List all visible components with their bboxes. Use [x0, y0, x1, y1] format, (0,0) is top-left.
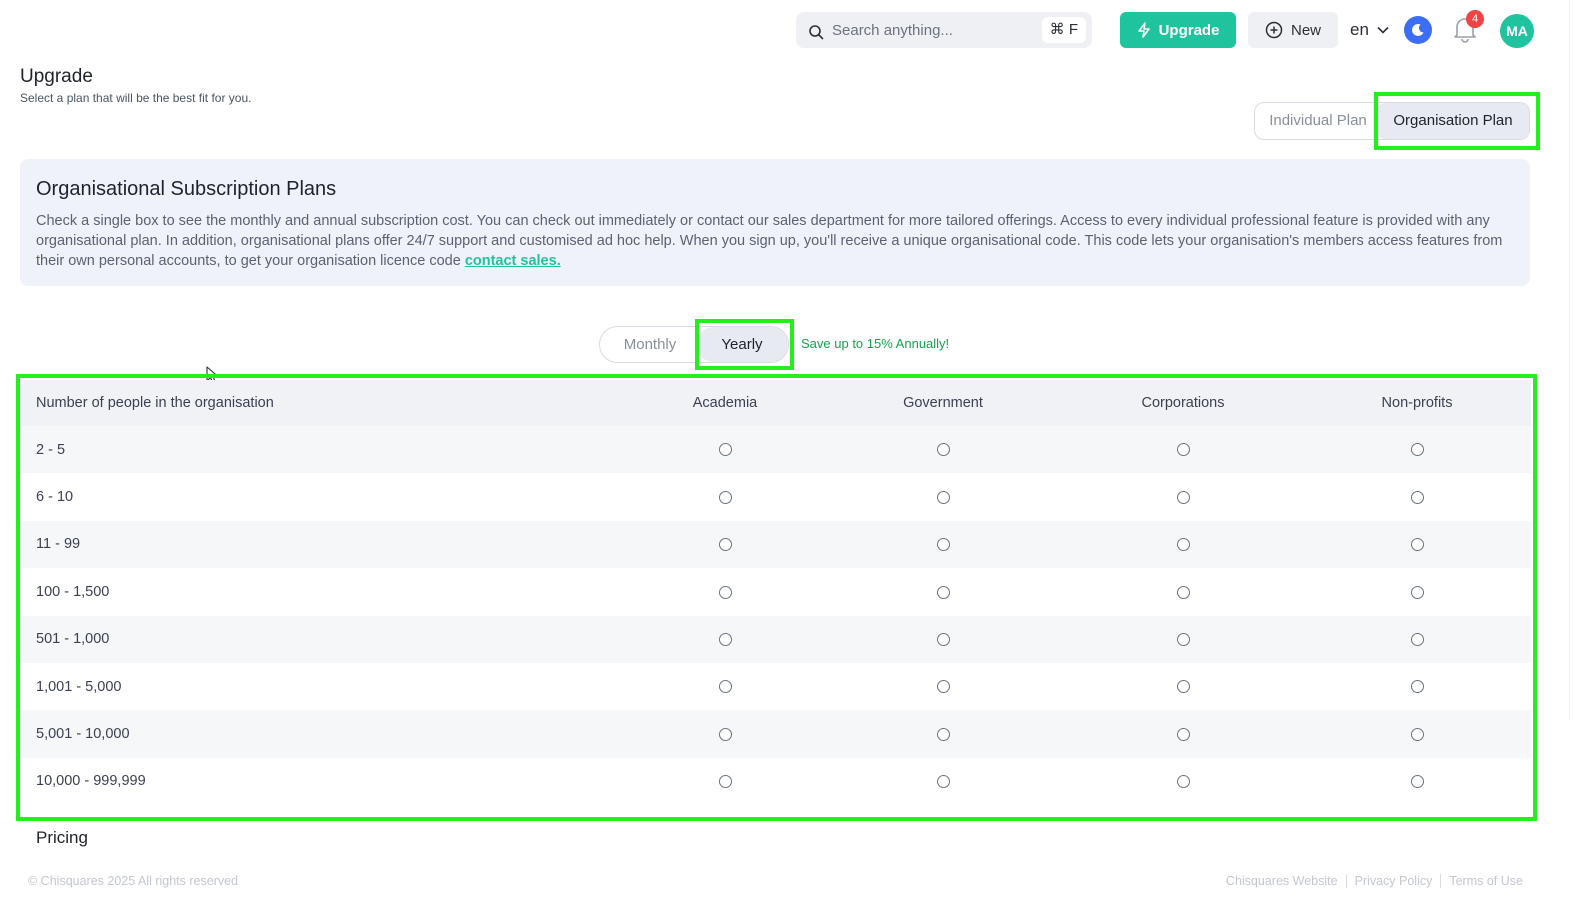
- chevron-down-icon: [1377, 26, 1389, 34]
- footer-copyright: © Chisquares 2025 All rights reserved: [28, 874, 239, 888]
- page-subtitle: Select a plan that will be the best fit …: [20, 91, 252, 105]
- radio-corporations[interactable]: [1176, 680, 1190, 694]
- highlight-box-organisation-plan: [1374, 92, 1540, 150]
- table-row: 100 - 1,500: [20, 568, 1531, 616]
- notification-badge: 4: [1466, 10, 1484, 28]
- radio-non-profits[interactable]: [1410, 490, 1424, 504]
- table-row: 501 - 1,000: [20, 615, 1531, 663]
- search-box[interactable]: Search anything... ⌘ F: [796, 12, 1092, 48]
- radio-academia[interactable]: [718, 727, 732, 741]
- row-label: 1,001 - 5,000: [36, 678, 122, 695]
- table-header: Number of people in the organisation Aca…: [20, 380, 1531, 426]
- radio-non-profits[interactable]: [1410, 538, 1424, 552]
- radio-corporations[interactable]: [1176, 727, 1190, 741]
- search-icon: [809, 25, 824, 40]
- footer-link-privacy-policy[interactable]: Privacy Policy: [1345, 874, 1441, 888]
- radio-corporations[interactable]: [1176, 775, 1190, 789]
- row-label: 11 - 99: [36, 536, 81, 553]
- column-header-people: Number of people in the organisation: [36, 395, 274, 411]
- top-bar: Search anything... ⌘ F Upgrade New en 4: [0, 10, 1585, 48]
- row-label: 10,000 - 999,999: [36, 773, 146, 790]
- radio-government[interactable]: [936, 727, 950, 741]
- search-input[interactable]: Search anything...: [832, 22, 953, 39]
- search-shortcut-hint: ⌘ F: [1041, 17, 1086, 43]
- table-row: 1,001 - 5,000: [20, 662, 1531, 711]
- language-selector[interactable]: en: [1350, 12, 1389, 48]
- radio-government[interactable]: [936, 490, 950, 504]
- table-row: 11 - 99: [20, 520, 1531, 569]
- column-header-academia: Academia: [692, 395, 758, 411]
- row-label: 100 - 1,500: [36, 583, 110, 600]
- billing-monthly-option[interactable]: Monthly: [602, 327, 698, 362]
- radio-academia[interactable]: [718, 775, 732, 789]
- radio-government[interactable]: [936, 585, 950, 599]
- footer-links: Chisquares Website Privacy Policy Terms …: [1218, 874, 1531, 888]
- radio-government[interactable]: [936, 443, 950, 457]
- info-card: Organisational Subscription Plans Check …: [20, 159, 1530, 286]
- page-scrollbar[interactable]: [1569, 0, 1579, 720]
- radio-academia[interactable]: [718, 443, 732, 457]
- info-body: Check a single box to see the monthly an…: [36, 211, 1516, 271]
- radio-government[interactable]: [936, 775, 950, 789]
- new-button[interactable]: New: [1248, 12, 1338, 48]
- table-row: 6 - 10: [20, 473, 1531, 521]
- radio-non-profits[interactable]: [1410, 632, 1424, 646]
- radio-non-profits[interactable]: [1410, 680, 1424, 694]
- radio-academia[interactable]: [718, 490, 732, 504]
- pricing-heading: Pricing: [36, 828, 88, 847]
- row-label: 501 - 1,000: [36, 631, 110, 648]
- radio-corporations[interactable]: [1176, 490, 1190, 504]
- row-label: 5,001 - 10,000: [36, 726, 130, 743]
- radio-academia[interactable]: [718, 632, 732, 646]
- radio-government[interactable]: [936, 680, 950, 694]
- row-label: 2 - 5: [36, 441, 66, 458]
- radio-non-profits[interactable]: [1410, 775, 1424, 789]
- radio-academia[interactable]: [718, 538, 732, 552]
- radio-corporations[interactable]: [1176, 443, 1190, 457]
- info-title: Organisational Subscription Plans: [36, 178, 337, 200]
- radio-corporations[interactable]: [1176, 632, 1190, 646]
- upgrade-button-label: Upgrade: [1158, 21, 1220, 39]
- radio-non-profits[interactable]: [1410, 585, 1424, 599]
- savings-note: Save up to 15% Annually!: [801, 336, 950, 351]
- radio-corporations[interactable]: [1176, 585, 1190, 599]
- radio-academia[interactable]: [718, 585, 732, 599]
- language-value: en: [1350, 20, 1369, 39]
- column-header-corporations: Corporations: [1141, 395, 1225, 411]
- new-button-label: New: [1290, 21, 1321, 39]
- table-row: 2 - 5: [20, 426, 1531, 474]
- column-header-government: Government: [903, 395, 983, 411]
- radio-government[interactable]: [936, 632, 950, 646]
- highlight-box-yearly: [695, 319, 794, 370]
- info-body-text: Check a single box to see the monthly an…: [36, 213, 1503, 269]
- page-title: Upgrade: [20, 66, 93, 87]
- lightning-icon: [1137, 22, 1150, 38]
- table-row: 10,000 - 999,999: [20, 757, 1531, 806]
- radio-government[interactable]: [936, 538, 950, 552]
- radio-non-profits[interactable]: [1410, 443, 1424, 457]
- row-label: 6 - 10: [36, 489, 74, 506]
- upgrade-button[interactable]: Upgrade: [1120, 12, 1236, 48]
- notifications-button[interactable]: 4: [1452, 10, 1484, 44]
- table-row: 5,001 - 10,000: [20, 710, 1531, 758]
- organisation-size-table: Number of people in the organisation Aca…: [20, 380, 1531, 806]
- table-body: 2 - 5 6 - 10 11 - 99 100 - 1,500 501 - 1…: [20, 426, 1531, 806]
- avatar[interactable]: MA: [1500, 14, 1534, 48]
- moon-icon: [1412, 23, 1424, 36]
- tab-individual-plan[interactable]: Individual Plan: [1259, 103, 1377, 139]
- column-header-non-profits: Non-profits: [1381, 395, 1453, 411]
- radio-non-profits[interactable]: [1410, 727, 1424, 741]
- footer-link-terms-of-use[interactable]: Terms of Use: [1440, 874, 1531, 888]
- plus-circle-icon: [1265, 21, 1283, 39]
- theme-toggle-button[interactable]: [1404, 16, 1432, 44]
- footer-link-website[interactable]: Chisquares Website: [1218, 874, 1346, 888]
- radio-academia[interactable]: [718, 680, 732, 694]
- radio-corporations[interactable]: [1176, 538, 1190, 552]
- contact-sales-link[interactable]: contact sales.: [465, 253, 561, 269]
